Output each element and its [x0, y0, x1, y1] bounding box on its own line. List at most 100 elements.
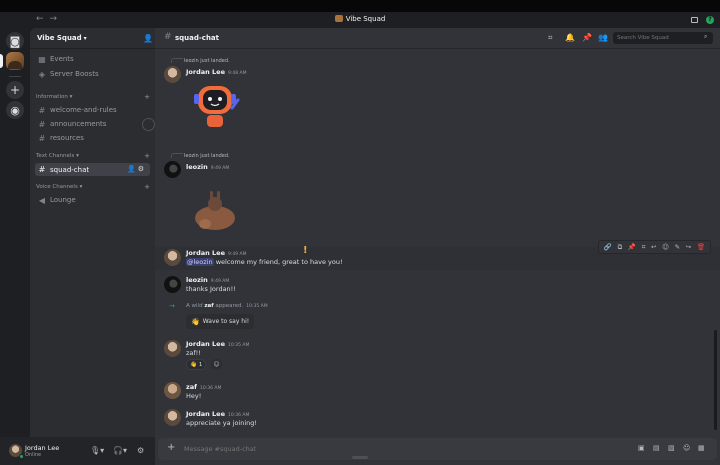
channel-welcome-and-rules[interactable]: # welcome-and-rules	[35, 104, 150, 116]
emoji-icon[interactable]: ☺	[683, 444, 690, 452]
add-server-icon[interactable]: +	[6, 81, 24, 99]
server-icon-vibe-squad[interactable]	[6, 52, 24, 70]
selected-server-pill	[0, 54, 3, 68]
inbox-icon[interactable]	[691, 17, 698, 23]
add-reaction-icon[interactable]: ☺	[211, 359, 222, 370]
avatar[interactable]	[164, 161, 181, 178]
category-information[interactable]: Information ▾ +	[36, 94, 150, 101]
user-mention[interactable]: @leozin	[186, 258, 214, 266]
edit-icon[interactable]: ✎	[675, 243, 680, 251]
avatar[interactable]	[164, 340, 181, 357]
add-reaction-icon[interactable]: ☺	[662, 243, 669, 251]
channel-title: squad-chat	[175, 34, 220, 42]
threads-icon[interactable]: ⌗	[548, 33, 553, 43]
thread-icon[interactable]: ⌗	[642, 243, 646, 252]
wave-button[interactable]: 👋 Wave to say hi!	[186, 314, 255, 329]
category-text-channels[interactable]: Text Channels ▾ +	[36, 153, 150, 160]
member-list-icon[interactable]: 👥	[598, 33, 608, 42]
add-channel-icon[interactable]: +	[144, 184, 150, 191]
settings-gear-icon[interactable]: ⚙	[137, 446, 144, 455]
pin-icon[interactable]: 📌	[582, 33, 592, 42]
window-title: Vibe Squad	[0, 15, 720, 23]
reply-preview[interactable]: leozin just landed.	[171, 58, 230, 64]
category-label: Text Channels	[36, 153, 75, 159]
channel-squad-chat[interactable]: # squad-chat 👤⚙	[35, 163, 150, 176]
discover-compass-icon[interactable]: ◉	[6, 101, 24, 119]
gif-icon[interactable]: ▤	[653, 444, 660, 452]
avatar[interactable]	[164, 382, 181, 399]
sticker-icon[interactable]: ▧	[668, 444, 675, 452]
channel-label: welcome-and-rules	[50, 106, 117, 114]
attach-plus-icon[interactable]: +	[167, 442, 175, 453]
category-label: Voice Channels	[36, 184, 78, 190]
link-icon[interactable]: 🔗	[604, 243, 612, 251]
message-author[interactable]: leozin 9:49 AM	[186, 163, 229, 171]
message-timestamp: 10:36 AM	[227, 413, 250, 418]
chat-area: # squad-chat ⌗ 🔔 📌 👥 ⌕ leozin just lande…	[155, 28, 720, 465]
mic-icon[interactable]: 🎙▾	[90, 446, 104, 455]
scrollbar-thumb[interactable]	[714, 330, 717, 430]
title-bar: ←→ Vibe Squad ?	[0, 0, 720, 28]
message-author[interactable]: Jordan Lee 10:35 AM	[186, 340, 249, 348]
avatar[interactable]	[164, 66, 181, 83]
server-rail: ◙ + ◉	[0, 28, 30, 465]
hash-icon: #	[38, 119, 46, 129]
resize-handle[interactable]	[352, 456, 368, 459]
reply-icon[interactable]: ↩	[651, 243, 656, 251]
channel-label: squad-chat	[50, 165, 90, 174]
avatar[interactable]	[164, 276, 181, 293]
message-action-toolbar: 🔗 ⧉ 📌 ⌗ ↩ ☺ ✎ ↪ 🗑	[598, 240, 711, 254]
sidebar-item-server-boosts[interactable]: ◈ Server Boosts	[35, 68, 150, 80]
message-author[interactable]: leozin 9:49 AM	[186, 276, 229, 284]
channel-label: resources	[50, 134, 84, 142]
pin-icon[interactable]: 📌	[628, 243, 636, 251]
channel-announcements[interactable]: # announcements	[35, 118, 150, 130]
apps-icon[interactable]: ⧉	[618, 243, 623, 252]
channel-resources[interactable]: # resources	[35, 132, 150, 144]
sidebar-item-events[interactable]: ▦ Events	[35, 53, 150, 65]
search-input[interactable]	[613, 32, 713, 44]
avatar[interactable]	[164, 409, 181, 426]
message-timestamp: 9:48 AM	[227, 71, 247, 76]
headphones-icon[interactable]: 🎧▾	[113, 446, 127, 455]
system-user[interactable]: zaf	[204, 303, 213, 309]
message-author[interactable]: Jordan Lee 9:49 AM	[186, 249, 246, 257]
calendar-icon: ▦	[38, 54, 46, 64]
hash-icon: #	[164, 32, 172, 42]
category-voice-channels[interactable]: Voice Channels ▾ +	[36, 184, 150, 191]
channel-sidebar: Vibe Squad ▾ 👤 ▦ Events ◈ Server Boosts Inf…	[30, 28, 155, 437]
channel-label: Lounge	[50, 196, 76, 204]
user-name: Jordan Lee	[25, 444, 60, 452]
help-icon[interactable]: ?	[706, 16, 714, 24]
gift-icon[interactable]: ▣	[638, 444, 645, 452]
discord-home-icon[interactable]: ◙	[6, 32, 24, 50]
bunny-sticker	[195, 191, 235, 230]
notification-bell-icon[interactable]: 🔔	[565, 33, 575, 42]
message-author[interactable]: Jordan Lee 9:48 AM	[186, 68, 246, 76]
server-mini-icon	[334, 15, 343, 22]
message-timestamp: 10:36 AM	[200, 386, 222, 391]
add-channel-icon[interactable]: +	[144, 153, 150, 160]
reaction-pill[interactable]: 👋 1	[186, 359, 207, 370]
apps-icon[interactable]: ▦	[698, 444, 705, 452]
reply-preview[interactable]: leozin just landed.	[171, 153, 230, 159]
server-header[interactable]: Vibe Squad ▾ 👤	[30, 28, 155, 49]
message-content: Hey!	[186, 392, 202, 400]
sidebar-item-label: Server Boosts	[50, 70, 99, 78]
boost-gem-icon: ◈	[38, 69, 46, 79]
hash-icon: #	[38, 133, 46, 143]
os-top-strip	[0, 0, 720, 12]
avatar[interactable]	[164, 249, 181, 266]
message-content: thanks Jordan!!	[186, 285, 236, 293]
channel-actions[interactable]: 👤⚙	[127, 165, 146, 173]
invite-people-icon[interactable]: 👤	[143, 34, 153, 43]
delete-icon[interactable]: 🗑	[697, 243, 705, 251]
add-channel-icon[interactable]: +	[144, 94, 150, 101]
message-author[interactable]: zaf 10:36 AM	[186, 383, 221, 391]
message-input[interactable]	[184, 443, 604, 455]
message-author[interactable]: Jordan Lee 10:36 AM	[186, 410, 249, 418]
system-join-message: A wild zaf appeared. 10:35 AM	[186, 303, 268, 309]
voice-channel-lounge[interactable]: ◀ Lounge	[35, 194, 150, 206]
forward-icon[interactable]: ↪	[686, 243, 691, 251]
hash-icon: #	[38, 105, 46, 115]
